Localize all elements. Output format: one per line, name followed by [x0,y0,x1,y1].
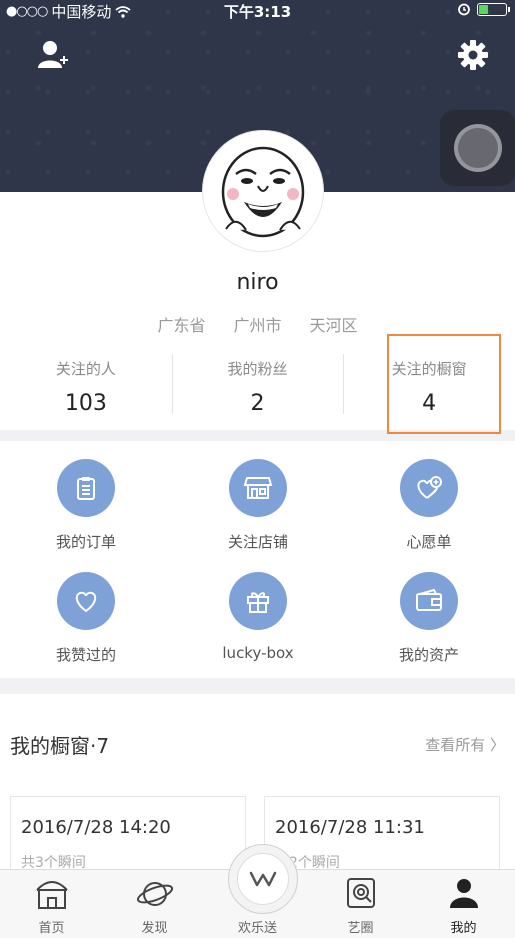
section-title: 我的橱窗·7 [10,734,110,758]
heart-icon [57,572,115,630]
tab-label: 欢乐送 [237,921,277,936]
grid-item-shops[interactable]: 关注店铺 [172,459,344,552]
stat-value: 103 [64,391,107,416]
w-logo-icon [249,871,277,887]
circle-icon [346,878,375,908]
user-icon [449,879,478,908]
tab-discover[interactable]: 发现 [103,870,206,938]
user-name: niro [236,270,279,295]
gear-icon [458,40,488,70]
gift-icon [229,572,287,630]
settings-button[interactable] [456,38,490,72]
grid-item-orders[interactable]: 我的订单 [0,459,172,552]
function-grid: 我的订单 关注店铺 心愿单 我赞过的 lucky-box 我的资产 [0,441,515,678]
happy-send-center-button[interactable] [228,844,298,914]
wallet-icon [400,572,458,630]
assistive-touch-icon [454,124,502,172]
planet-icon [136,882,173,906]
battery-icon [477,2,510,16]
tab-label: 我的 [450,921,477,936]
stat-label: 我的粉丝 [227,360,288,378]
grid-item-label: 心愿单 [406,533,452,551]
user-location: 广东省 广州市 天河区 [0,312,515,336]
card-date: 2016/7/28 14:20 [21,817,171,838]
grid-item-wishlist[interactable]: 心愿单 [343,459,515,552]
grid-item-assets[interactable]: 我的资产 [343,572,515,665]
highlight-box [387,334,501,434]
tab-art-circle[interactable]: 艺圈 [309,870,412,938]
grid-item-label: 我的资产 [398,646,459,664]
status-bar: ●○○○ 中国移动 下午3:13 [0,0,515,22]
stat-fans[interactable]: 我的粉丝 2 [171,350,344,416]
tab-label: 发现 [141,921,168,936]
grid-item-liked[interactable]: 我赞过的 [0,572,172,665]
meme-face-icon [206,134,320,248]
avatar[interactable] [203,131,323,251]
grid-item-label: 我的订单 [55,533,116,551]
view-all-link[interactable]: 查看所有 〉 [425,734,505,755]
tab-label: 艺圈 [347,921,374,936]
card-date: 2016/7/28 11:31 [275,817,425,838]
stat-value: 2 [250,391,265,416]
location-city: 广州市 [233,316,282,335]
grid-item-label: 关注店铺 [227,533,288,551]
assistive-touch-button[interactable] [440,110,515,186]
heart-plus-icon [400,459,458,517]
clipboard-icon [57,459,115,517]
grid-item-label: 我赞过的 [55,646,116,664]
grid-item-lucky-box[interactable]: lucky-box [172,572,344,662]
tab-label: 首页 [38,921,65,936]
shop-icon [229,459,287,517]
stat-following[interactable]: 关注的人 103 [0,350,172,416]
location-district: 天河区 [309,316,358,335]
add-user-button[interactable] [36,38,70,72]
location-province: 广东省 [157,316,206,335]
tab-mine[interactable]: 我的 [412,870,515,938]
home-icon [35,881,68,909]
grid-item-label: lucky-box [222,644,294,662]
add-user-icon [38,41,68,68]
clock: 下午3:13 [223,3,292,21]
tab-home[interactable]: 首页 [0,870,103,938]
stat-label: 关注的人 [55,360,116,378]
alarm-icon [458,3,470,16]
